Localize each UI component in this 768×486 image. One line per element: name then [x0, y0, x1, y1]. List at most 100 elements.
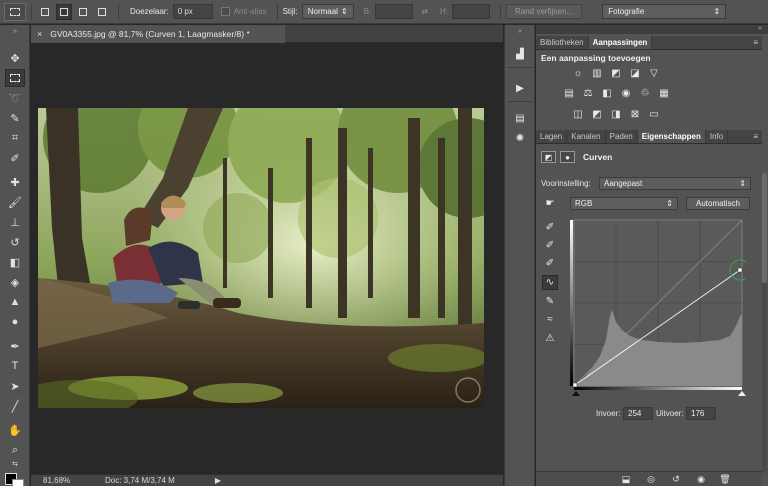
input-value-field[interactable]: 254: [623, 407, 653, 420]
path-selection-tool-icon[interactable]: ➤: [5, 377, 25, 395]
status-menu-arrow-icon[interactable]: ▶: [215, 476, 221, 485]
selective-color-icon[interactable]: ⊠: [629, 109, 641, 120]
actions-panel-icon[interactable]: ▶: [511, 81, 529, 95]
width-input[interactable]: [375, 4, 414, 19]
divider: [118, 3, 119, 20]
draw-curve-pencil-icon[interactable]: ✎: [542, 294, 558, 309]
document-tab[interactable]: × GV0A3355.jpg @ 81,7% (Curven 1, Laagma…: [31, 25, 285, 43]
collapse-icon[interactable]: »: [5, 27, 25, 35]
channel-mixer-icon[interactable]: ♲: [639, 88, 651, 99]
view-previous-state-icon[interactable]: ◎: [644, 474, 658, 485]
feather-input[interactable]: 0 px: [172, 4, 213, 19]
workspace-select[interactable]: Fotografie ⇕: [602, 4, 727, 19]
zoom-tool-icon[interactable]: ⌕: [5, 441, 25, 459]
pen-tool-icon[interactable]: ✒: [5, 337, 25, 355]
history-brush-tool-icon[interactable]: ↺: [5, 233, 25, 251]
marquee-tool-icon[interactable]: [5, 69, 25, 87]
collapse-icon[interactable]: «: [511, 27, 529, 35]
eraser-tool-icon[interactable]: ◧: [5, 253, 25, 271]
gray-point-eyedropper-icon[interactable]: ✐: [542, 238, 558, 253]
curves-icon[interactable]: ◩: [610, 68, 622, 79]
tab-info[interactable]: Info: [706, 130, 729, 143]
preset-select[interactable]: Aangepast ⇕: [599, 177, 751, 190]
line-tool-icon[interactable]: ╱: [5, 397, 25, 415]
tab-channels[interactable]: Kanalen: [567, 130, 606, 143]
quick-selection-tool-icon[interactable]: ✎: [5, 109, 25, 127]
height-input[interactable]: [451, 4, 490, 19]
brush-settings-panel-icon[interactable]: ✺: [511, 131, 529, 145]
clipping-warning-icon[interactable]: ⚠: [542, 331, 558, 346]
clone-stamp-tool-icon[interactable]: ⊥: [5, 213, 25, 231]
swap-icon[interactable]: ⇄: [421, 7, 428, 16]
delete-trash-icon[interactable]: 🗑: [718, 474, 732, 485]
threshold-icon[interactable]: ◨: [610, 109, 622, 120]
new-selection-button[interactable]: [37, 4, 53, 20]
lasso-tool-icon[interactable]: ➰: [5, 89, 25, 107]
dodge-tool-icon[interactable]: ●: [5, 313, 25, 331]
tab-properties[interactable]: Eigenschappen: [637, 130, 706, 143]
intersect-selection-button[interactable]: [94, 4, 110, 20]
photo-filter-icon[interactable]: ◉: [620, 88, 632, 99]
panel-menu-icon[interactable]: ≡: [753, 130, 762, 143]
canvas-area[interactable]: [31, 44, 503, 474]
blur-tool-icon[interactable]: ▲: [5, 293, 25, 311]
smooth-curve-icon[interactable]: ≈: [542, 312, 558, 327]
divider: [508, 101, 532, 102]
subtract-selection-button[interactable]: [75, 4, 91, 20]
color-lookup-icon[interactable]: ▦: [658, 88, 670, 99]
posterize-icon[interactable]: ◩: [591, 109, 603, 120]
type-tool-icon[interactable]: T: [5, 357, 25, 375]
crop-tool-icon[interactable]: ⌗: [5, 129, 25, 147]
black-white-icon[interactable]: ◧: [601, 88, 613, 99]
levels-icon[interactable]: ▥: [591, 68, 603, 79]
hue-saturation-icon[interactable]: ▤: [563, 88, 575, 99]
collapse-icon[interactable]: »: [758, 25, 762, 32]
healing-brush-tool-icon[interactable]: ✚: [5, 173, 25, 191]
eyedropper-tool-icon[interactable]: ✐: [5, 149, 25, 167]
black-point-eyedropper-icon[interactable]: ✐: [542, 220, 558, 235]
tab-adjustments[interactable]: Aanpassingen: [588, 36, 653, 49]
add-to-selection-button[interactable]: [56, 3, 72, 20]
scrollbar-thumb[interactable]: [762, 173, 767, 283]
clip-to-layer-icon[interactable]: ⬓: [619, 474, 633, 485]
layer-mask-icon[interactable]: ●: [560, 151, 575, 163]
reset-icon[interactable]: ↺: [669, 474, 683, 485]
invert-icon[interactable]: ◫: [572, 109, 584, 120]
channel-select[interactable]: RGB ⇕: [570, 197, 678, 210]
brightness-icon[interactable]: ☼: [572, 68, 584, 79]
white-point-eyedropper-icon[interactable]: ✐: [542, 256, 558, 271]
refine-edge-button[interactable]: Rand verfijnen...: [505, 4, 583, 19]
tab-layers[interactable]: Lagen: [536, 130, 568, 143]
panel-menu-icon[interactable]: ≡: [753, 36, 762, 49]
output-value-field[interactable]: 176: [686, 407, 716, 420]
photo-image[interactable]: [38, 108, 484, 408]
color-balance-icon[interactable]: ⚖: [582, 88, 594, 99]
swap-colors-icon[interactable]: ⇆: [5, 459, 25, 469]
exposure-icon[interactable]: ◪: [629, 68, 641, 79]
preset-label: Voorinstelling:: [541, 179, 591, 188]
paint-bucket-tool-icon[interactable]: ◈: [5, 273, 25, 291]
targeted-adjustment-icon[interactable]: ☛: [542, 196, 558, 211]
zoom-level[interactable]: 81,68%: [43, 476, 91, 485]
move-tool-icon[interactable]: ✥: [5, 49, 25, 67]
tool-preset-picker[interactable]: [4, 2, 26, 21]
divider: [508, 67, 532, 68]
visibility-eye-icon[interactable]: ◉: [694, 474, 708, 485]
antialias-checkbox[interactable]: [220, 7, 230, 16]
histogram-panel-icon[interactable]: ▟: [511, 47, 529, 61]
curves-graph[interactable]: [570, 218, 751, 398]
auto-button[interactable]: Automatisch: [686, 197, 750, 210]
curves-adjustment-icon[interactable]: ◩: [541, 151, 556, 163]
gradient-map-icon[interactable]: ▭: [648, 109, 660, 120]
style-select[interactable]: Normaal ⇕: [301, 4, 354, 19]
styles-panel-icon[interactable]: ▤: [511, 111, 529, 125]
tab-paths[interactable]: Paden: [606, 130, 638, 143]
background-color-swatch[interactable]: [12, 479, 24, 486]
hand-tool-icon[interactable]: ✋: [5, 421, 25, 439]
tab-libraries[interactable]: Bibliotheken: [536, 36, 589, 49]
brush-tool-icon[interactable]: 🖌: [5, 193, 25, 211]
properties-scrollbar[interactable]: [762, 173, 767, 473]
close-icon[interactable]: ×: [37, 29, 42, 39]
vibrance-icon[interactable]: ▽: [648, 68, 660, 79]
edit-points-curve-icon[interactable]: ∿: [542, 275, 558, 290]
